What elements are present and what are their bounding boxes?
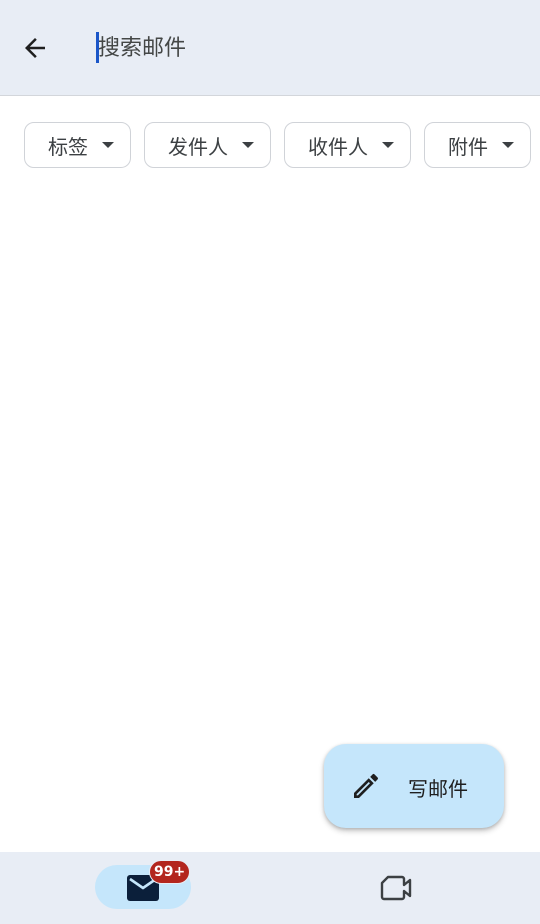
- compose-button[interactable]: 写邮件: [324, 744, 504, 828]
- back-button[interactable]: [10, 23, 60, 73]
- filter-chip-attachment[interactable]: 附件: [424, 122, 531, 168]
- dropdown-arrow-icon: [502, 142, 514, 148]
- unread-count-badge: 99+: [149, 860, 191, 884]
- nav-mail-tab[interactable]: 99+: [95, 860, 191, 909]
- dropdown-arrow-icon: [382, 142, 394, 148]
- filter-chip-to[interactable]: 收件人: [284, 122, 411, 168]
- chip-label: 附件: [448, 134, 488, 159]
- search-input[interactable]: [96, 28, 516, 68]
- text-cursor: [96, 32, 99, 63]
- search-mail-screen: 标签 发件人 收件人 附件 写邮件 99+: [0, 0, 540, 924]
- pencil-icon: [354, 773, 379, 798]
- filter-chips: 标签 发件人 收件人 附件: [24, 122, 540, 170]
- chip-label: 收件人: [308, 134, 368, 159]
- compose-label: 写邮件: [408, 777, 468, 801]
- filter-chip-label[interactable]: 标签: [24, 122, 131, 168]
- bottom-navigation: 99+: [0, 852, 540, 924]
- search-field[interactable]: [96, 28, 516, 68]
- video-camera-icon: [380, 875, 412, 901]
- chip-label: 发件人: [168, 134, 228, 159]
- dropdown-arrow-icon: [102, 142, 114, 148]
- filter-chip-from[interactable]: 发件人: [144, 122, 271, 168]
- chip-label: 标签: [48, 134, 88, 159]
- nav-meet-tab[interactable]: [374, 870, 418, 906]
- dropdown-arrow-icon: [242, 142, 254, 148]
- search-bar: [0, 0, 540, 96]
- arrow-back-icon: [25, 38, 45, 58]
